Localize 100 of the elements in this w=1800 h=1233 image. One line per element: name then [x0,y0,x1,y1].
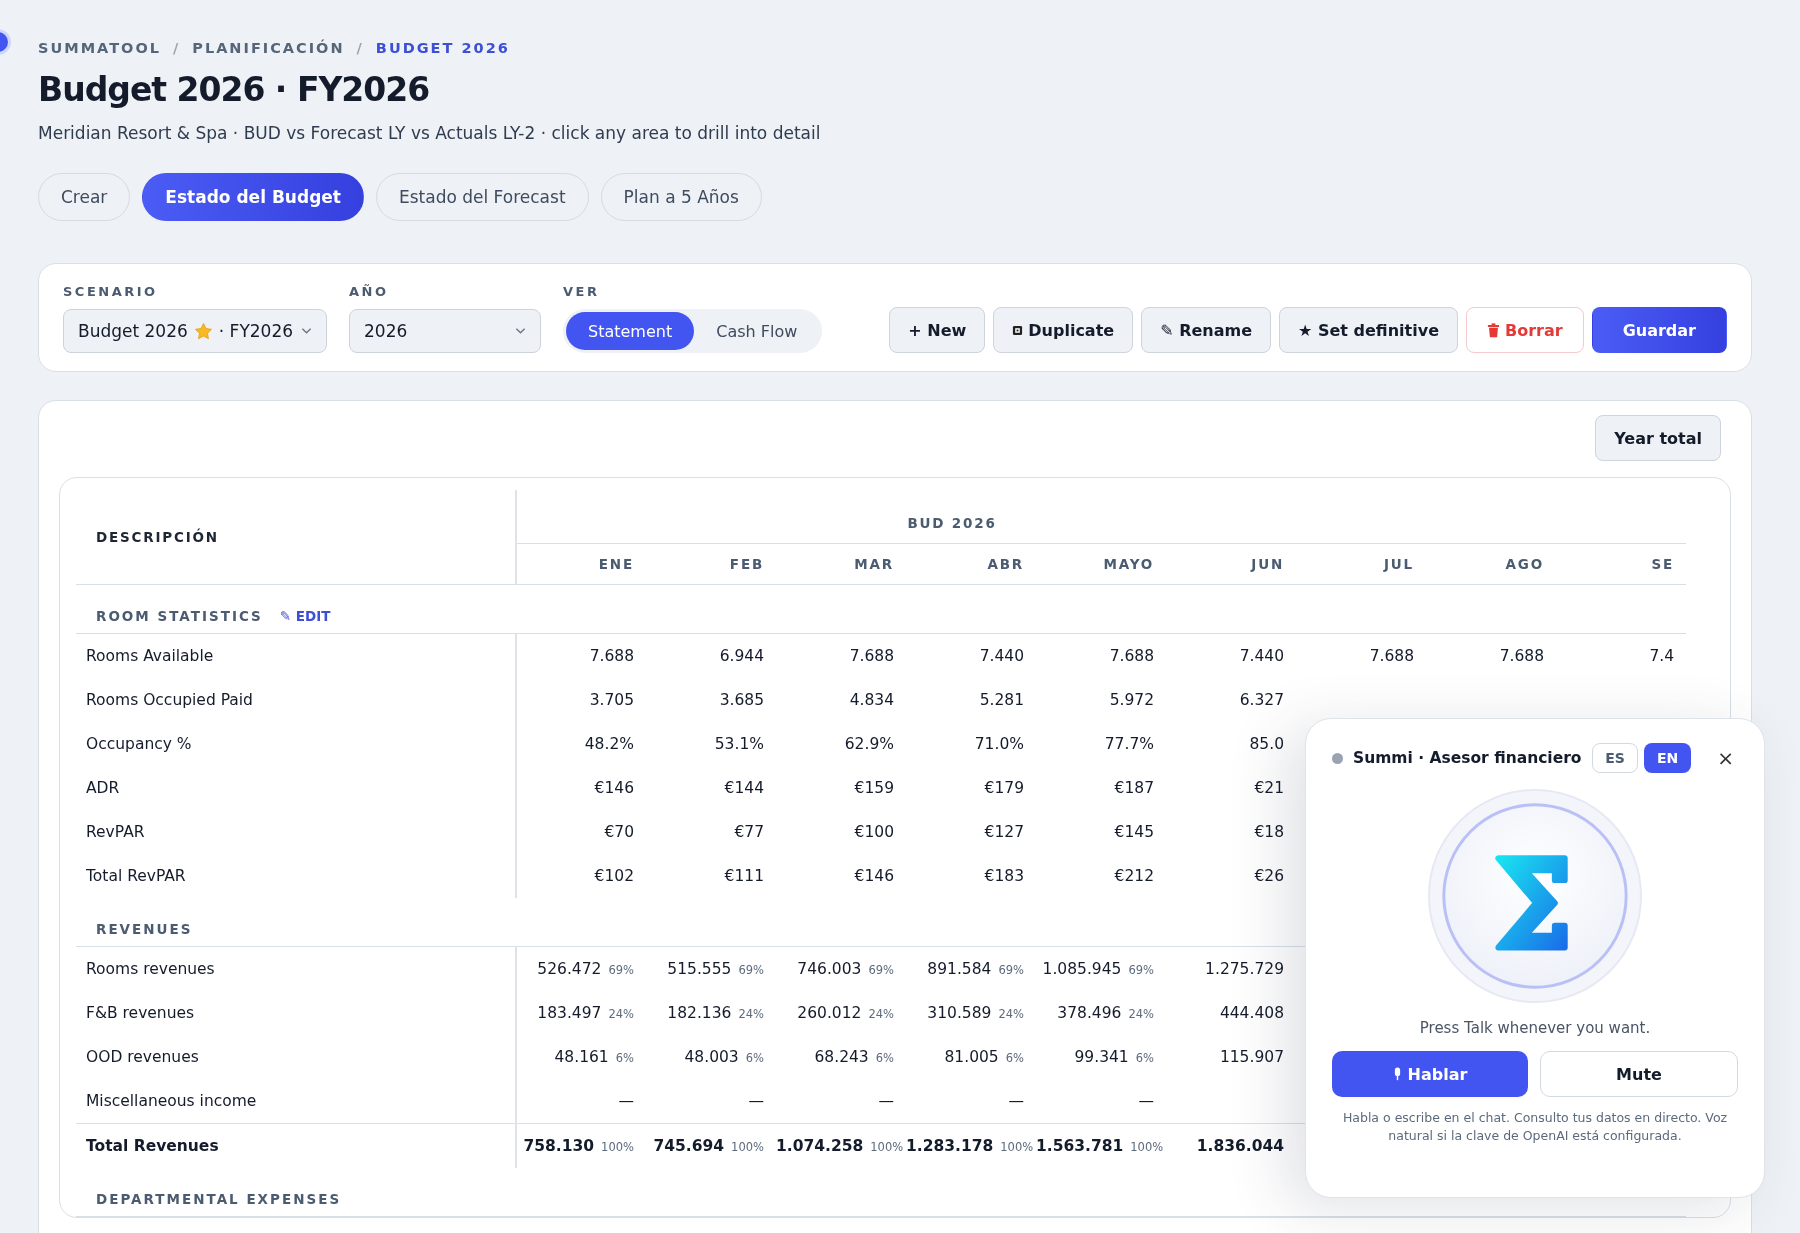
edit-link[interactable]: ✎ EDIT [279,608,331,624]
page-subtitle: Meridian Resort & Spa · BUD vs Forecast LY vs Actuals LY-2 · click any area to drill into detail [38,123,822,143]
field-label: SCENARIO [63,284,159,299]
cell-value: 7.688 [849,647,894,665]
row-label: Rooms Occupied Paid [85,691,253,709]
talk-button[interactable]: Hablar [1332,1051,1528,1097]
column-group-header: BUD 2026 [907,515,997,531]
cell-value: 3.685 [719,691,764,709]
breadcrumb-item[interactable]: PLANIFICACIÓN [192,40,345,56]
cell-value: €159 [854,779,894,797]
section-title: REVENUES [96,921,193,937]
breadcrumb-item[interactable]: SUMMATOOL [38,40,161,56]
column-header: ENE [598,556,634,572]
view-option[interactable]: Cash Flow [694,312,820,350]
cell-value: 260.012 [797,1004,862,1022]
section-title: DEPARTMENTAL EXPENSES [96,1191,342,1207]
cell-value: — [618,1092,634,1110]
cell-value: 515.555 [667,960,732,978]
cell-value: 7.688 [1499,647,1544,665]
action-button[interactable]: ★ Set definitive [1279,307,1458,353]
cell-value: — [1138,1092,1154,1110]
microphone-icon [1392,1067,1402,1081]
section-title: ROOM STATISTICS [96,608,263,624]
action-button[interactable]: ✎ Rename [1141,307,1271,353]
column-header: JUN [1251,556,1284,572]
breadcrumb-separator: / [172,40,181,56]
share-percent: 6% [745,1051,764,1065]
cell-value: €102 [594,867,634,885]
cell-value: 746.003 [797,960,862,978]
cell-value: — [748,1092,764,1110]
row-label: RevPAR [85,823,145,841]
row-label: Rooms Available [85,647,214,665]
breadcrumb-separator: / [356,40,364,56]
row-label: Total Revenues [85,1137,219,1155]
tab[interactable]: Estado del Budget [142,173,364,221]
share-percent: 69% [738,963,764,977]
delete-button[interactable]: Borrar [1466,307,1584,353]
scenario-select[interactable]: Budget 2026 · FY2026 [63,309,327,353]
breadcrumb-item: BUDGET 2026 [375,40,510,56]
row-label: ADR [85,779,120,797]
language-toggle[interactable]: EN [1643,743,1692,773]
cell-value: €187 [1114,779,1154,797]
share-percent: 100% [1000,1140,1034,1154]
share-percent: 69% [608,963,634,977]
language-toggle[interactable]: ES [1592,743,1638,773]
cell-value: 7.688 [1369,647,1414,665]
share-percent: 24% [1128,1007,1154,1021]
cell-value: 7.440 [979,647,1024,665]
share-percent: 100% [870,1140,904,1154]
field-label: AÑO [349,284,390,299]
year-total-button[interactable]: Year total [1595,415,1721,461]
cell-value: 115.907 [1219,1048,1284,1066]
share-percent: 24% [998,1007,1024,1021]
action-button[interactable]: + New [889,307,986,353]
close-button[interactable]: × [1713,746,1738,770]
cell-value: 758.130 [523,1137,595,1155]
column-header: MAR [854,556,894,572]
assistant-note: Habla o escribe en el chat. Consulto tus datos en directo. Voz natural si la clave de OpenAI está configurada. [1341,1109,1729,1146]
cell-value: 1.283.178 [906,1137,994,1155]
share-percent: 6% [875,1051,894,1065]
mute-button[interactable]: Mute [1540,1051,1738,1097]
cell-value: €21 [1254,779,1284,797]
cell-value: 1.275.729 [1205,960,1284,978]
cell-value: 6.327 [1239,691,1284,709]
copy-icon [1012,324,1024,336]
share-percent: 100% [731,1140,764,1154]
share-percent: 6% [1005,1051,1024,1065]
cell-value: €179 [984,779,1024,797]
share-percent: 6% [1135,1051,1154,1065]
year-select[interactable]: 2026 [349,309,541,353]
share-percent: 100% [601,1140,634,1154]
cell-value: — [1008,1092,1024,1110]
column-header: AGO [1505,556,1544,572]
tab[interactable]: Plan a 5 Años [600,173,762,221]
cell-value: 444.408 [1219,1004,1284,1022]
cell-value: 53.1% [714,735,764,753]
row-label: OOD revenues [85,1048,199,1066]
column-header: MAYO [1103,556,1154,572]
cell-value: 891.584 [927,960,992,978]
cell-value: 99.341 [1074,1048,1129,1066]
share-percent: 100% [1130,1140,1164,1154]
cell-value: 183.497 [537,1004,602,1022]
cell-value: 1.563.781 [1036,1137,1124,1155]
column-header: ABR [987,556,1024,572]
cell-value: 7.440 [1239,647,1284,665]
cell-value: €100 [854,823,894,841]
cell-value: 3.705 [589,691,634,709]
duplicate-button[interactable]: Duplicate [993,307,1134,353]
cell-value: 7.688 [1109,647,1154,665]
cell-value: 182.136 [667,1004,732,1022]
view-option[interactable]: Statement [566,312,695,350]
column-header: JUL [1384,556,1414,572]
tab[interactable]: Crear [38,173,131,221]
tab[interactable]: Estado del Forecast [375,173,589,221]
save-button[interactable]: Guardar [1591,307,1727,353]
cell-value: €146 [854,867,894,885]
trash-icon [1487,322,1500,338]
caret-icon [515,327,526,335]
row-label: Total RevPAR [85,867,186,885]
assistant-title: Summi · Asesor financiero [1353,749,1582,767]
